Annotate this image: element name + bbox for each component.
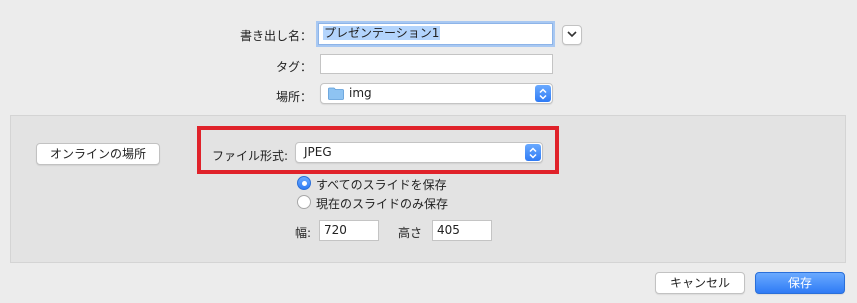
chevron-down-icon bbox=[567, 27, 577, 41]
tags-label: タグ： bbox=[275, 60, 312, 74]
format-label: ファイル形式: bbox=[212, 149, 289, 163]
export-name-label: 書き出し名： bbox=[239, 29, 312, 43]
cancel-button[interactable]: キャンセル bbox=[655, 272, 745, 294]
width-field[interactable]: 720 bbox=[319, 220, 379, 241]
height-label: 高さ bbox=[398, 226, 423, 240]
popup-arrows-icon bbox=[535, 85, 551, 102]
height-field[interactable]: 405 bbox=[432, 220, 492, 241]
width-value: 720 bbox=[324, 223, 347, 237]
popup-arrows-icon bbox=[525, 144, 541, 161]
radio-save-all-label: すべてのスライドを保存 bbox=[316, 178, 447, 192]
radio-save-current-label: 現在のスライドのみ保存 bbox=[316, 197, 449, 211]
format-select[interactable]: JPEG bbox=[295, 142, 543, 163]
location-select[interactable]: img bbox=[320, 83, 553, 104]
radio-dot bbox=[302, 181, 307, 186]
export-name-value: プレゼンテーション1 bbox=[323, 26, 441, 40]
save-button[interactable]: 保存 bbox=[755, 272, 845, 294]
radio-save-current[interactable] bbox=[297, 195, 311, 209]
format-value: JPEG bbox=[304, 145, 332, 159]
location-label: 場所： bbox=[275, 90, 312, 104]
folder-icon bbox=[328, 87, 344, 103]
tags-field[interactable] bbox=[320, 54, 553, 74]
export-name-field[interactable]: プレゼンテーション1 bbox=[318, 23, 553, 45]
online-locations-button[interactable]: オンラインの場所 bbox=[36, 143, 160, 165]
height-value: 405 bbox=[437, 223, 460, 237]
location-value: img bbox=[349, 86, 372, 100]
expand-dialog-button[interactable] bbox=[562, 25, 582, 45]
radio-save-all[interactable] bbox=[297, 176, 311, 190]
width-label: 幅: bbox=[295, 226, 312, 240]
